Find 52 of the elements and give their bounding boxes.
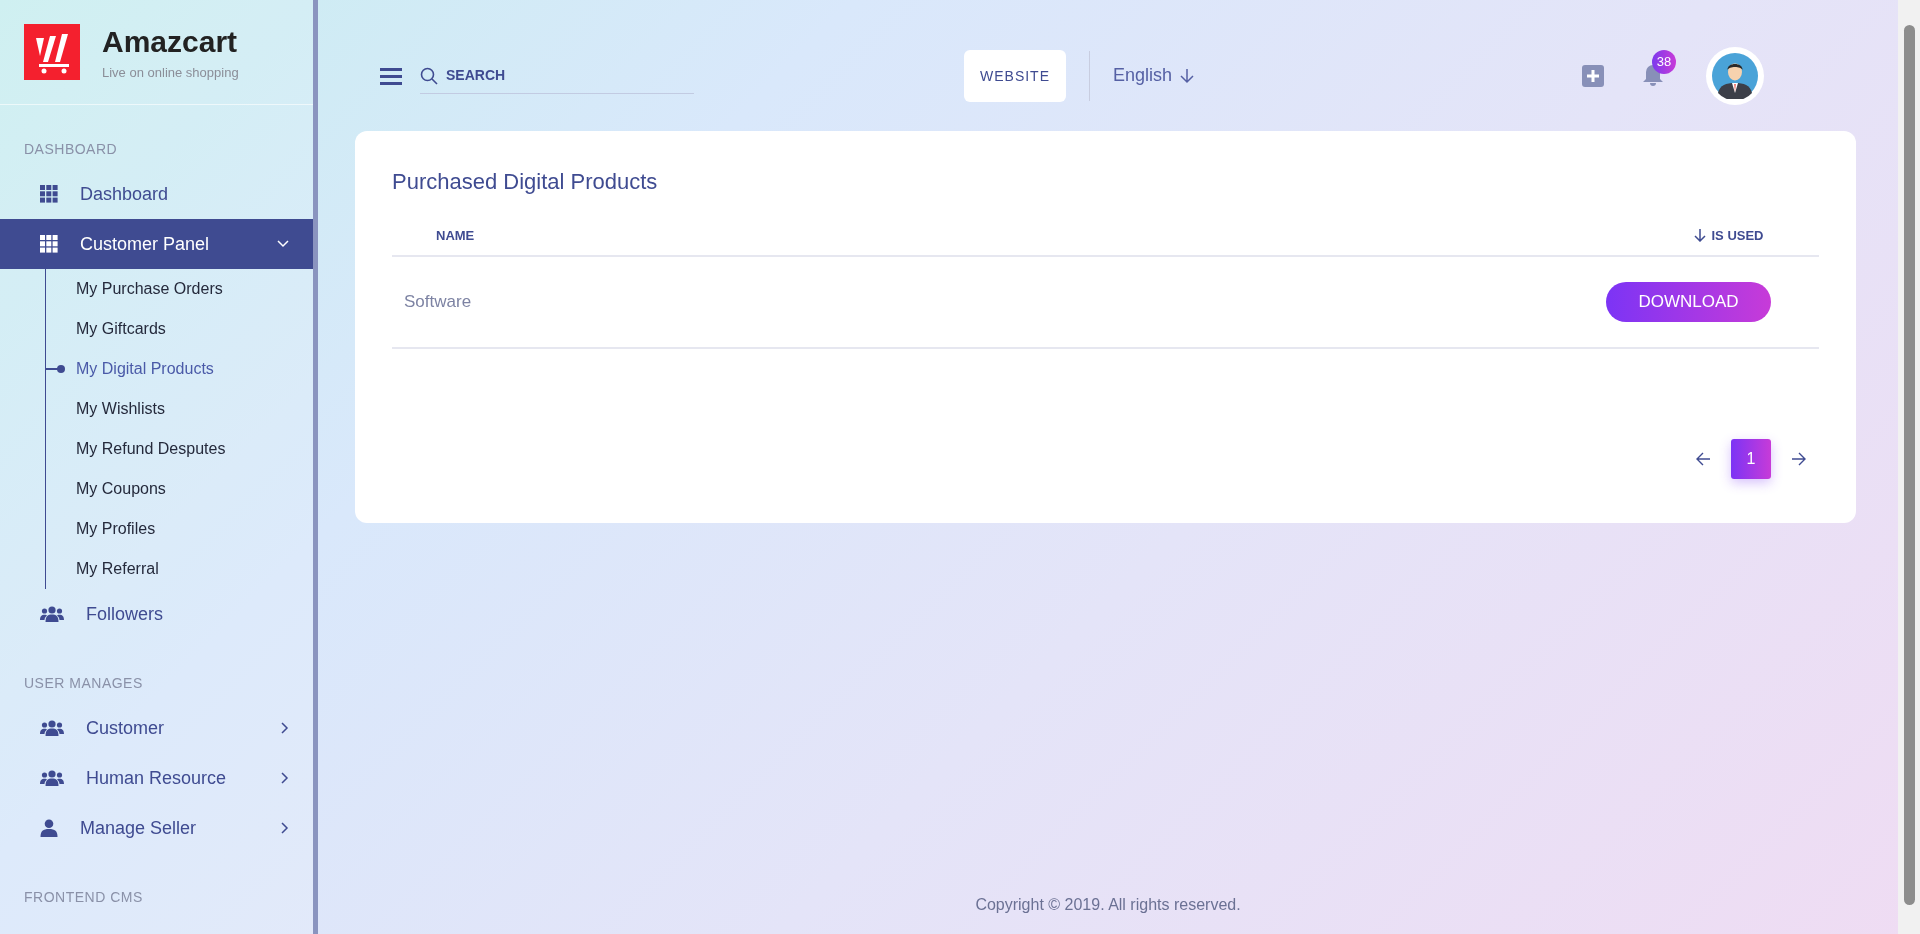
section-heading: DASHBOARD [23, 140, 119, 159]
arrow-down-icon [1180, 67, 1195, 84]
add-icon[interactable] [1582, 64, 1605, 87]
copyright-text: Copyright © 2019. All rights reserved. [975, 896, 1241, 914]
submenu-item[interactable]: My Coupons [76, 480, 166, 498]
card-title: Purchased Digital Products [392, 169, 659, 195]
section-heading: FRONTEND CMS [23, 888, 144, 907]
scrollbar-thumb[interactable] [1903, 25, 1915, 905]
column-header[interactable]: NAME [392, 227, 1649, 243]
download-button[interactable]: DOWNLOAD [1606, 282, 1771, 322]
grid-icon [40, 185, 58, 203]
brand-tagline: Live on online shopping [102, 64, 239, 80]
users-icon [40, 719, 64, 737]
submenu-item[interactable]: My Profiles [76, 520, 156, 538]
notification-badge: 38 [1652, 49, 1677, 74]
table-cell: Software [404, 292, 472, 311]
users-icon [40, 605, 64, 623]
submenu-item[interactable]: My Wishlists [76, 400, 165, 418]
submenu-item[interactable]: My Purchase Orders [76, 280, 223, 298]
chevron-right-icon [281, 772, 289, 784]
users-icon [40, 769, 64, 787]
brand-name: Amazcart [102, 24, 239, 59]
submenu-item[interactable]: My Refund Desputes [76, 440, 226, 458]
next-page-button[interactable] [1791, 452, 1807, 466]
sidebar-item[interactable]: Followers [0, 589, 313, 639]
chevron-down-icon [277, 240, 289, 248]
language-selector[interactable]: English [1113, 65, 1195, 86]
chevron-right-icon [281, 822, 289, 834]
sort-arrow-icon [1694, 228, 1707, 242]
menu-icon[interactable] [380, 66, 402, 85]
chevron-right-icon [281, 722, 289, 734]
submenu-item[interactable]: My Digital Products [76, 360, 214, 378]
sidebar-item[interactable]: Customer [0, 703, 313, 753]
previous-page-button[interactable] [1695, 452, 1711, 466]
section-heading: USER MANAGES [23, 674, 144, 693]
submenu-item[interactable]: My Giftcards [76, 320, 166, 338]
page-button[interactable]: 1 [1731, 439, 1771, 479]
sidebar-item[interactable]: Dashboard [0, 169, 313, 219]
arrow-left-icon [1695, 452, 1711, 466]
user-icon [40, 819, 58, 837]
column-header[interactable]: IS USED [1649, 227, 1819, 243]
user-avatar-icon [1712, 52, 1759, 99]
search-field[interactable]: SEARCH [420, 57, 694, 94]
arrow-right-icon [1791, 452, 1807, 466]
grid-icon [40, 235, 58, 253]
sidebar-item[interactable]: Human Resource [0, 753, 313, 803]
sidebar-item[interactable]: Customer Panel [0, 219, 313, 269]
website-button[interactable]: WEBSITE [964, 49, 1066, 102]
sidebar-item[interactable]: Manage Seller [0, 803, 313, 853]
submenu-item[interactable]: My Referral [76, 560, 159, 578]
search-icon[interactable] [420, 66, 438, 85]
logo-icon [24, 24, 80, 80]
